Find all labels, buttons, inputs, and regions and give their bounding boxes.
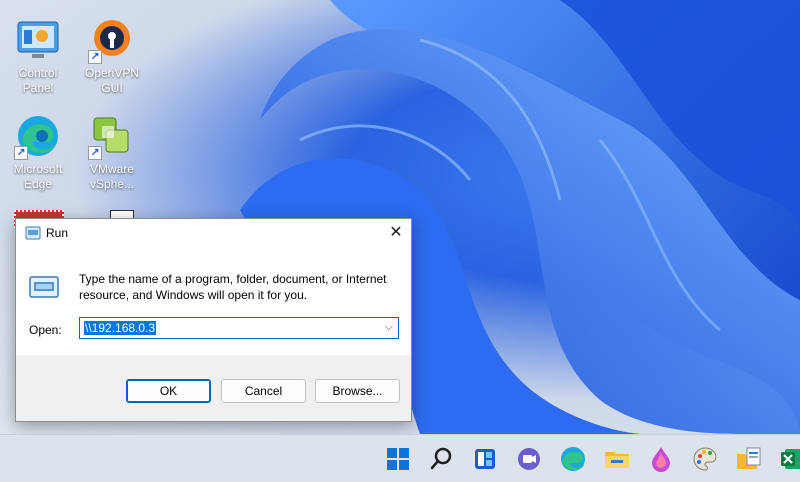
desktop-icon-control-panel[interactable]: Control Panel [2,16,74,96]
documents-icon[interactable] [733,443,765,475]
shortcut-arrow-icon: ↗ [14,146,28,160]
desktop-icon-label: OpenVPN GUI [84,66,140,95]
dialog-message: Type the name of a program, folder, docu… [79,272,387,302]
palette-icon[interactable] [689,443,721,475]
desktop-icon-label: Microsoft Edge [13,162,63,191]
desktop-icon-edge[interactable]: ↗ Microsoft Edge [2,112,74,192]
browse-button[interactable]: Browse... [315,379,400,403]
close-icon[interactable]: ✕ [381,219,411,247]
run-program-icon [29,275,59,304]
search-icon[interactable] [425,443,457,475]
chevron-down-icon[interactable]: ⌵ [385,321,393,334]
teams-chat-icon[interactable] [513,443,545,475]
open-label: Open: [29,323,62,337]
run-dialog-titlebar[interactable]: Run ✕ [16,219,411,247]
desktop-icon-openvpn[interactable]: ↗ OpenVPN GUI [76,16,148,96]
run-dialog: Run ✕ Type the name of a program, folder… [15,218,412,422]
desktop-icon-label: Control Panel [18,66,58,95]
desktop-icon-vmware[interactable]: ↗ VMware vSphe... [76,112,148,192]
open-input-value[interactable]: \\192.168.0.3 [84,321,157,335]
ok-button[interactable]: OK [126,379,211,403]
run-dialog-body: Type the name of a program, folder, docu… [16,247,411,355]
excel-icon[interactable] [777,443,800,475]
dialog-title: Run [46,226,69,240]
openvpn-icon: ↗ [88,16,136,64]
run-dialog-footer: OK Cancel Browse... [16,355,411,421]
paint-drop-icon[interactable] [645,443,677,475]
desktop-icon-label: VMware vSphe... [89,162,135,191]
start-icon[interactable] [382,443,414,475]
file-explorer-icon[interactable] [601,443,633,475]
run-icon [25,226,41,245]
shortcut-arrow-icon: ↗ [88,50,102,64]
cancel-button[interactable]: Cancel [221,379,306,403]
widgets-icon[interactable] [469,443,501,475]
shortcut-arrow-icon: ↗ [88,146,102,160]
taskbar [0,434,800,482]
control-panel-icon [14,16,62,64]
vmware-icon: ↗ [88,112,136,160]
edge-icon: ↗ [14,112,62,160]
open-combobox[interactable]: \\192.168.0.3 ⌵ [79,317,399,339]
edge-taskbar-icon[interactable] [557,443,589,475]
